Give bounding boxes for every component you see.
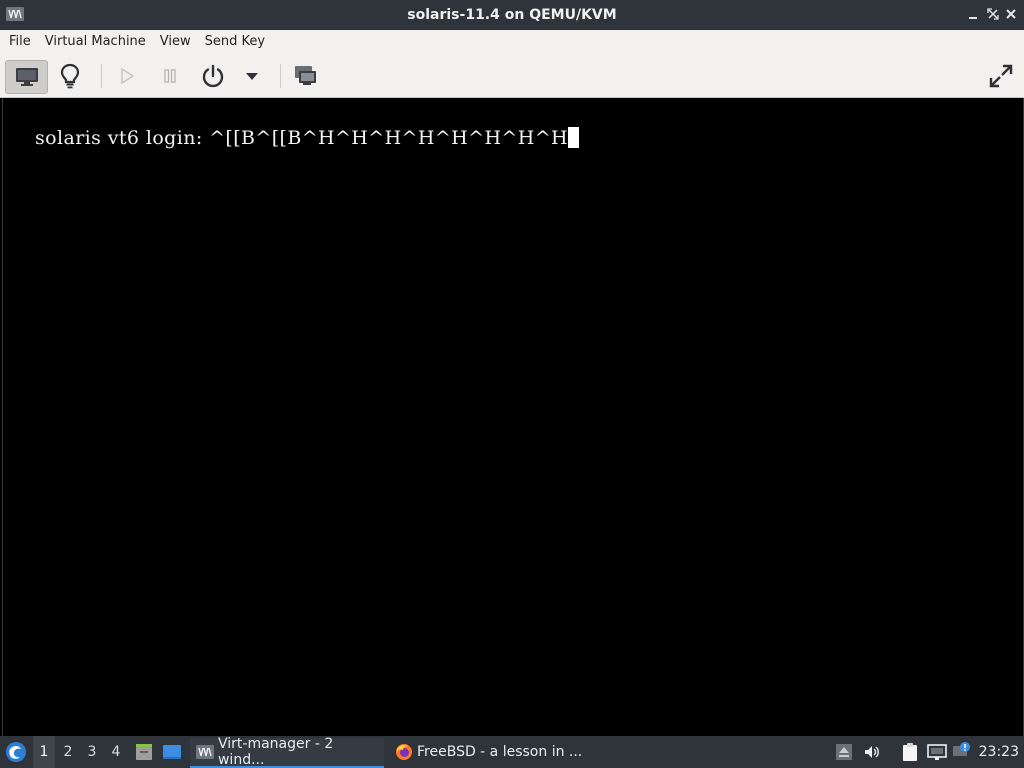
shutdown-menu-button[interactable]: [241, 60, 263, 92]
menu-send-key[interactable]: Send Key: [198, 30, 272, 54]
vm-console-display[interactable]: solaris vt6 login: ^[[B^[[B^H^H^H^H^H^H^…: [2, 98, 1024, 736]
pause-icon: [164, 69, 176, 83]
eject-icon[interactable]: [835, 743, 853, 761]
task-label: FreeBSD - a lesson in ...: [417, 744, 583, 760]
window-titlebar[interactable]: solaris-11.4 on QEMU/KVM: [0, 0, 1024, 30]
restore-icon[interactable]: [986, 7, 1000, 21]
workspace-1[interactable]: 1: [33, 736, 55, 768]
workspace-3[interactable]: 3: [81, 736, 103, 768]
toolbar-separator: [101, 64, 102, 88]
text-cursor: [568, 127, 580, 148]
show-desktop-icon[interactable]: [162, 742, 182, 762]
menu-bar: File Virtual Machine View Send Key: [0, 30, 1024, 54]
menu-file[interactable]: File: [0, 30, 38, 54]
pause-button[interactable]: [155, 60, 185, 92]
monitor-icon: [15, 68, 38, 86]
clipboard-icon[interactable]: [900, 742, 920, 762]
snapshots-icon: [295, 66, 316, 85]
virt-manager-icon: [196, 745, 214, 759]
toolbar-separator: [280, 64, 281, 88]
lightbulb-icon: [60, 63, 80, 89]
taskbar: 1 2 3 4 Virt-manager - 2 wind... FreeBSD…: [0, 736, 1024, 768]
task-label: Virt-manager - 2 wind...: [217, 736, 334, 768]
toolbar: [0, 54, 1024, 98]
volume-icon[interactable]: [863, 743, 881, 761]
file-manager-icon[interactable]: [134, 742, 154, 762]
menu-view[interactable]: View: [153, 30, 198, 54]
shutdown-button[interactable]: [196, 60, 230, 92]
fullscreen-icon: [989, 64, 1013, 88]
workspace-2[interactable]: 2: [57, 736, 79, 768]
show-console-button[interactable]: [5, 60, 48, 94]
network-icon[interactable]: [927, 742, 947, 762]
snapshots-button[interactable]: [290, 60, 322, 92]
workspace-4[interactable]: 4: [105, 736, 127, 768]
virt-manager-icon: [6, 7, 24, 21]
update-notification-icon[interactable]: [952, 741, 972, 761]
console-login-line: solaris vt6 login: ^[[B^[[B^H^H^H^H^H^H^…: [35, 127, 580, 149]
minimize-icon[interactable]: [966, 7, 980, 21]
console-text: solaris vt6 login: ^[[B^[[B^H^H^H^H^H^H^…: [35, 127, 569, 149]
power-icon: [202, 64, 224, 88]
show-details-button[interactable]: [52, 60, 88, 92]
close-icon[interactable]: [1004, 7, 1018, 21]
fullscreen-button[interactable]: [984, 60, 1018, 92]
window-title: solaris-11.4 on QEMU/KVM: [407, 7, 617, 23]
play-icon: [121, 67, 135, 85]
firefox-icon: [396, 744, 412, 760]
task-virt-manager[interactable]: Virt-manager - 2 wind...: [190, 736, 384, 768]
task-firefox[interactable]: FreeBSD - a lesson in ...: [389, 738, 583, 766]
taskbar-clock[interactable]: 23:23: [979, 736, 1019, 768]
menu-virtual-machine[interactable]: Virtual Machine: [38, 30, 153, 54]
run-button[interactable]: [112, 60, 142, 92]
start-menu-icon[interactable]: [5, 741, 27, 763]
chevron-down-icon: [246, 73, 258, 80]
